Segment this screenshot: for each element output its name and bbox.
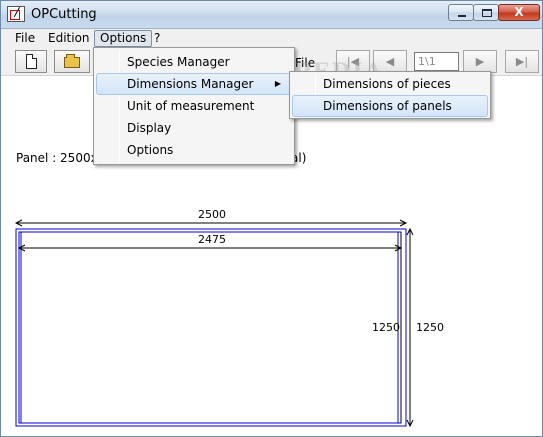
- menu-options[interactable]: Options: [94, 30, 153, 47]
- menu-item-label: Dimensions of panels: [323, 99, 452, 113]
- menu-edition[interactable]: Edition: [43, 30, 95, 47]
- new-button[interactable]: [15, 50, 47, 73]
- next-page-button[interactable]: ▶: [463, 50, 497, 73]
- menu-item-dimensions-of-pieces[interactable]: Dimensions of pieces: [292, 73, 488, 95]
- dimensions-submenu: Dimensions of pieces Dimensions of panel…: [289, 71, 491, 119]
- menu-bar: File Edition Options ?: [1, 29, 542, 48]
- title-bar[interactable]: OPCutting X: [1, 1, 542, 29]
- open-button[interactable]: [54, 50, 90, 73]
- new-document-icon: [26, 54, 37, 69]
- menu-file[interactable]: File: [10, 30, 40, 47]
- menu-item-label: Unit of measurement: [127, 99, 255, 113]
- inner-height-label: 1250: [372, 321, 400, 334]
- menu-item-options[interactable]: Options: [96, 139, 292, 161]
- menu-item-label: Dimensions of pieces: [323, 77, 451, 91]
- page-number-field[interactable]: 1\1: [414, 52, 459, 71]
- maximize-icon: [482, 9, 492, 17]
- menu-item-dimensions-manager[interactable]: Dimensions Manager ▶: [96, 73, 292, 95]
- window-title: OPCutting: [31, 7, 97, 22]
- close-icon: X: [514, 5, 524, 19]
- open-folder-icon: [64, 54, 80, 68]
- menu-item-label: Dimensions Manager: [127, 77, 254, 91]
- maximize-button[interactable]: [473, 4, 499, 21]
- menu-item-display[interactable]: Display: [96, 117, 292, 139]
- menu-item-dimensions-of-panels[interactable]: Dimensions of panels: [292, 95, 488, 117]
- panel-drawing: 2500 2475 1250 1250: [14, 208, 444, 428]
- close-button[interactable]: X: [498, 4, 540, 21]
- outer-panel-rect: [15, 228, 407, 427]
- menu-item-species-manager[interactable]: Species Manager: [96, 51, 292, 73]
- menu-help[interactable]: ?: [149, 30, 165, 47]
- inner-width-label: 2475: [198, 233, 226, 246]
- minimize-icon: [458, 15, 466, 17]
- submenu-arrow-icon: ▶: [274, 79, 281, 88]
- options-menu: Species Manager Dimensions Manager ▶ Unit…: [93, 47, 295, 165]
- menu-item-label: Display: [127, 121, 172, 135]
- outer-width-label: 2500: [198, 208, 226, 221]
- app-window: OPCutting X File Edition Options ? File …: [0, 0, 543, 437]
- app-icon: [7, 6, 25, 22]
- menu-item-label: Species Manager: [127, 55, 230, 69]
- menu-item-unit-of-measurement[interactable]: Unit of measurement: [96, 95, 292, 117]
- last-page-button[interactable]: ▶|: [505, 50, 539, 73]
- menu-item-label: Options: [127, 143, 174, 157]
- minimize-button[interactable]: [448, 4, 474, 21]
- inner-panel-rect: [18, 231, 402, 424]
- outer-height-label: 1250: [416, 321, 444, 334]
